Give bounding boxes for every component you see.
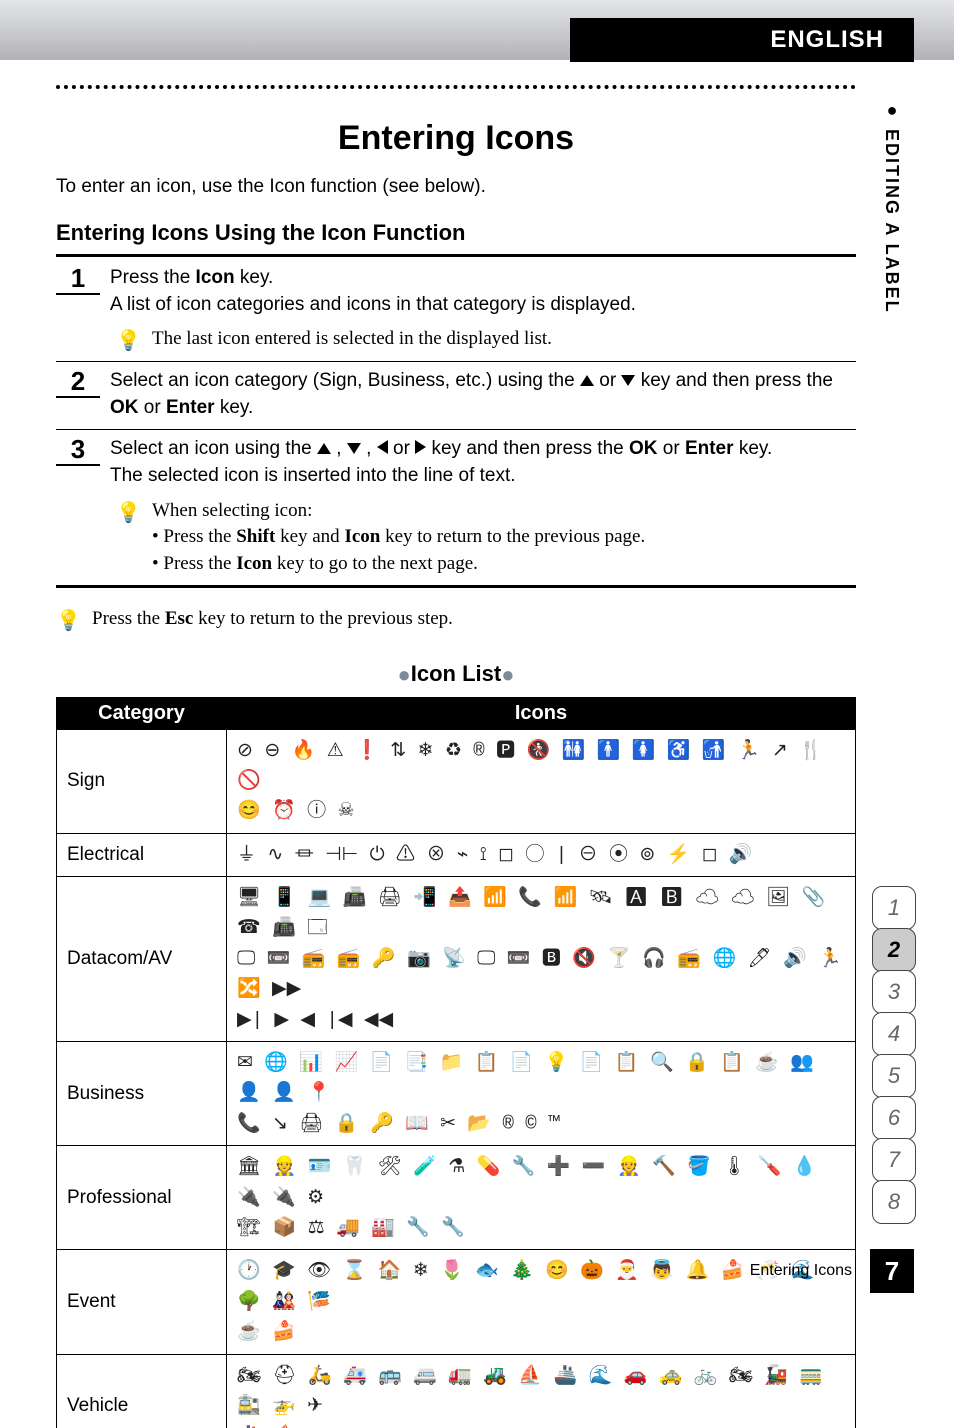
category-cell: Sign — [57, 729, 227, 833]
step-3-tip: 💡 When selecting icon: • Press the Shift… — [116, 498, 856, 578]
section-heading: Entering Icons Using the Icon Function — [56, 220, 856, 246]
table-row: Professional🏛 👷 🪪 🦷 🛠 🧪 ⚗ 💊 🔧 ➕ ➖ 👷 🔨 🪣 … — [57, 1146, 856, 1250]
th-category: Category — [57, 697, 227, 729]
divider — [56, 361, 856, 362]
up-arrow-icon — [580, 375, 594, 386]
icons-cell: ⏚ ∿ ⏛ ⊣⊢ ⏻ ⚠ ⊗ ⌁ ⟟ ◻ ◯ | ⊖ ⦿ ⊚ ⚡ ◻ 🔊 — [227, 833, 856, 876]
step-1-body: Press the Icon key. A list of icon categ… — [110, 265, 856, 318]
left-arrow-icon — [377, 440, 388, 454]
page-tab-5[interactable]: 5 — [872, 1054, 916, 1098]
step-3: 3 Select an icon using the , , or key an… — [56, 436, 856, 489]
page-tab-1[interactable]: 1 — [872, 886, 916, 930]
step-2-body: Select an icon category (Sign, Business,… — [110, 368, 856, 421]
table-row: Electrical⏚ ∿ ⏛ ⊣⊢ ⏻ ⚠ ⊗ ⌁ ⟟ ◻ ◯ | ⊖ ⦿ ⊚… — [57, 833, 856, 876]
icons-cell: 🏛 👷 🪪 🦷 🛠 🧪 ⚗ 💊 🔧 ➕ ➖ 👷 🔨 🪣 🌡 🪛 💧 🔌 🔌 ⚙🏗… — [227, 1146, 856, 1250]
table-row: Vehicle🏍 ⛑ 🛵 🚑 🚌 🚐 🚛 🚜 ⛵ 🚢 🌊 🚗 🚕 🚲 🏍 🚂 🚃… — [57, 1354, 856, 1428]
table-row: Business✉ 🌐 📊 📈 📄 📑 📁 📋 📄 💡 📄 📋 🔍 🔒 📋 ☕ … — [57, 1042, 856, 1146]
icon-list-title: ●Icon List● — [56, 661, 856, 688]
right-arrow-icon — [415, 440, 426, 454]
section-side-label-text: EDITING A LABEL — [882, 129, 902, 314]
category-cell: Business — [57, 1042, 227, 1146]
footer-label: Entering Icons — [750, 1262, 852, 1280]
bulb-icon: 💡 — [56, 608, 80, 633]
step-3-tip-text: When selecting icon: • Press the Shift k… — [152, 498, 645, 578]
step-1-tip-text: The last icon entered is selected in the… — [152, 326, 552, 353]
table-row: Datacom/AV🖥 📱 💻 📠 🖨 📲 📤 📶 📞 📶 🛰 🅰 🅱 ☁ ☁ … — [57, 877, 856, 1042]
category-cell: Datacom/AV — [57, 877, 227, 1042]
divider-thick — [56, 254, 856, 257]
divider — [56, 429, 856, 430]
up-arrow-icon — [317, 443, 331, 454]
down-arrow-icon — [621, 375, 635, 386]
page-tab-2[interactable]: 2 — [872, 928, 916, 972]
step-2: 2 Select an icon category (Sign, Busines… — [56, 368, 856, 421]
step-1-tip: 💡 The last icon entered is selected in t… — [116, 326, 856, 353]
step-num-3: 3 — [71, 436, 85, 462]
category-cell: Electrical — [57, 833, 227, 876]
th-icons: Icons — [227, 697, 856, 729]
footer: Entering Icons 7 — [750, 1249, 914, 1293]
icons-cell: 🏍 ⛑ 🛵 🚑 🚌 🚐 🚛 🚜 ⛵ 🚢 🌊 🚗 🚕 🚲 🏍 🚂 🚃 🚉 🚁 ✈🚢… — [227, 1354, 856, 1428]
page-tab-4[interactable]: 4 — [872, 1012, 916, 1056]
category-cell: Vehicle — [57, 1354, 227, 1428]
step-3-body: Select an icon using the , , or key and … — [110, 436, 856, 489]
icons-cell: ✉ 🌐 📊 📈 📄 📑 📁 📋 📄 💡 📄 📋 🔍 🔒 📋 ☕ 👥 👤 👤 📍📞… — [227, 1042, 856, 1146]
divider-thick — [56, 585, 856, 588]
step-num-1: 1 — [71, 265, 85, 291]
icons-cell: 🖥 📱 💻 📠 🖨 📲 📤 📶 📞 📶 🛰 🅰 🅱 ☁ ☁ 🖼 📎 ☎ 📠 🗔🖵… — [227, 877, 856, 1042]
icons-cell: ⊘ ⊖ 🔥 ⚠ ❗ ⇅ ❄ ♻ ® 🅿 🚷 🚻 🚹 🚺 ♿ 🚮 🏃 ↗ 🍴 🚫😊… — [227, 729, 856, 833]
page-tab-3[interactable]: 3 — [872, 970, 916, 1014]
page-content: Entering Icons To enter an icon, use the… — [56, 85, 856, 1428]
language-tab: ENGLISH — [570, 18, 914, 62]
page-tab-8[interactable]: 8 — [872, 1180, 916, 1224]
outer-tip-text: Press the Esc key to return to the previ… — [92, 606, 453, 633]
bulb-icon: 💡 — [116, 328, 140, 353]
page-tab-7[interactable]: 7 — [872, 1138, 916, 1182]
down-arrow-icon — [347, 443, 361, 454]
outer-tip: 💡 Press the Esc key to return to the pre… — [56, 606, 856, 633]
bulb-icon: 💡 — [116, 500, 140, 525]
table-row: Event🕐 🎓 👁 ⌛ 🏠 ❄ 🌷 🐟 🎄 😊 🎃 🎅 👼 🔔 🍰 🥂 🌊 🌳… — [57, 1250, 856, 1354]
dotted-divider — [56, 85, 856, 89]
page-title: Entering Icons — [56, 119, 856, 158]
page-tabs: 12345678 — [872, 886, 918, 1222]
step-num-2: 2 — [71, 368, 85, 394]
table-row: Sign⊘ ⊖ 🔥 ⚠ ❗ ⇅ ❄ ♻ ® 🅿 🚷 🚻 🚹 🚺 ♿ 🚮 🏃 ↗ … — [57, 729, 856, 833]
category-cell: Event — [57, 1250, 227, 1354]
page-tab-6[interactable]: 6 — [872, 1096, 916, 1140]
section-side-label: ● EDITING A LABEL — [881, 100, 902, 314]
step-1: 1 Press the Icon key. A list of icon cat… — [56, 265, 856, 318]
footer-page-number: 7 — [870, 1249, 914, 1293]
intro-text: To enter an icon, use the Icon function … — [56, 176, 856, 198]
icon-list-table: Category Icons Sign⊘ ⊖ 🔥 ⚠ ❗ ⇅ ❄ ♻ ® 🅿 🚷… — [56, 697, 856, 1428]
category-cell: Professional — [57, 1146, 227, 1250]
